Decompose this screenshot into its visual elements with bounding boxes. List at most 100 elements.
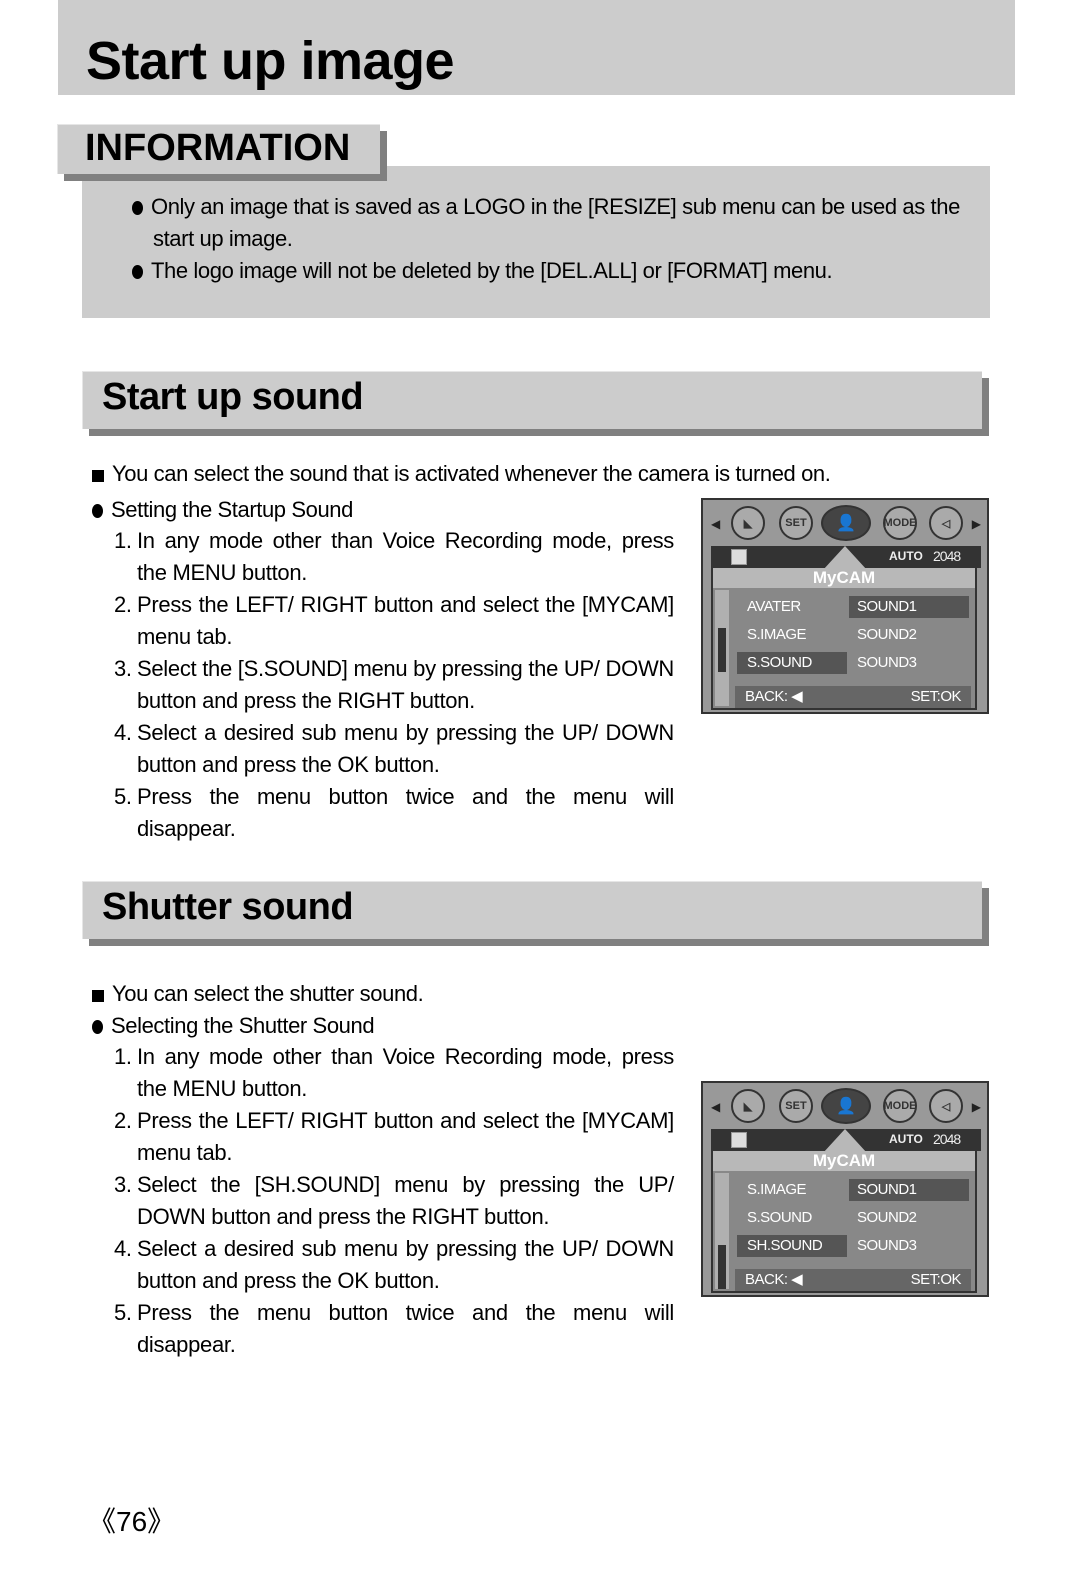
menu-panel: MyCAM AVATER SOUND1 S.IMAGE SOUND2 S.SOUND SOU… <box>711 568 977 710</box>
intro-text: You can select the shutter sound. <box>92 981 424 1007</box>
step-text: Press the menu button twice and the menu… <box>137 784 674 841</box>
menu-footer: BACK: ◀ SET:OK <box>735 1269 971 1291</box>
page-number: 《76》 <box>88 1506 176 1537</box>
mode-tab-icon[interactable]: MODE <box>883 506 917 540</box>
step-item: 2. Press the LEFT/ RIGHT button and selec… <box>114 589 674 653</box>
right-arrow-icon: ▶ <box>971 1100 981 1114</box>
subheading: Selecting the Shutter Sound <box>92 1013 375 1039</box>
menu-title: MyCAM <box>713 1151 975 1171</box>
set-tab-icon[interactable]: SET <box>779 506 813 540</box>
camera-lcd-shutter-sound: ◀ ▶ ◣ SET 👤 MODE ◁ AUTO 2048 MyCAM S.IMAGE SOUND1 S.… <box>701 1081 989 1297</box>
intro-text: You can select the sound that is activat… <box>92 461 831 487</box>
sound-tab-icon[interactable]: ◁ <box>929 506 963 540</box>
section-title: Shutter sound <box>102 886 354 928</box>
size-tab-icon[interactable]: ◣ <box>731 506 765 540</box>
step-item: 5. Press the menu button twice and the me… <box>114 781 674 845</box>
bullet-dot-icon <box>132 265 143 279</box>
step-number: 4. <box>114 720 132 745</box>
step-number: 4. <box>114 1236 132 1261</box>
resolution-indicator: 2048 <box>933 1131 961 1147</box>
step-item: 4. Select a desired sub menu by pressing … <box>114 1233 674 1297</box>
step-text: Select the [S.SOUND] menu by pressing th… <box>137 656 674 713</box>
quality-icon <box>731 1132 747 1148</box>
step-item: 2. Press the LEFT/ RIGHT button and selec… <box>114 1105 674 1169</box>
mycam-tab-icon[interactable]: 👤 <box>821 505 871 541</box>
section-title: Start up sound <box>102 376 364 418</box>
left-arrow-icon: ◀ <box>711 517 721 531</box>
set-hint: SET:OK <box>910 688 962 705</box>
information-box: Only an image that is saved as a LOGO in… <box>82 166 990 318</box>
step-item: 3. Select the [S.SOUND] menu by pressing … <box>114 653 674 717</box>
menu-item[interactable]: SH.SOUND <box>737 1235 847 1257</box>
submenu-option[interactable]: SOUND1 <box>849 1179 969 1201</box>
mode-tab-icon[interactable]: MODE <box>883 1089 917 1123</box>
mode-indicator: AUTO <box>889 549 923 563</box>
size-tab-icon[interactable]: ◣ <box>731 1089 765 1123</box>
information-tab: INFORMATION <box>57 124 380 174</box>
menu-footer: BACK: ◀ SET:OK <box>735 686 971 708</box>
step-number: 2. <box>114 1108 132 1133</box>
back-hint: BACK: ◀ <box>745 1271 803 1288</box>
submenu-option[interactable]: SOUND1 <box>849 596 969 618</box>
info-bullet-cont: start up image. <box>153 226 293 251</box>
right-arrow-icon: ▶ <box>971 517 981 531</box>
step-text: In any mode other than Voice Recording m… <box>137 528 674 585</box>
bullet-dot-icon <box>92 1020 103 1034</box>
step-number: 3. <box>114 656 132 681</box>
step-text: In any mode other than Voice Recording m… <box>137 1044 674 1101</box>
mycam-tab-icon[interactable]: 👤 <box>821 1088 871 1124</box>
step-number: 5. <box>114 784 132 809</box>
menu-tab-bar: ◀ ▶ ◣ SET 👤 MODE ◁ <box>703 500 987 544</box>
camera-lcd-startup-sound: ◀ ▶ ◣ SET 👤 MODE ◁ AUTO 2048 MyCAM AVATER SOUND1 S.I… <box>701 498 989 714</box>
bullet-square-icon <box>92 470 104 482</box>
tab-pointer-icon <box>823 1129 867 1153</box>
step-number: 1. <box>114 528 132 553</box>
step-text: Select a desired sub menu by pressing th… <box>137 1236 674 1293</box>
menu-tab-bar: ◀ ▶ ◣ SET 👤 MODE ◁ <box>703 1083 987 1127</box>
menu-item[interactable]: S.IMAGE <box>737 624 847 646</box>
menu-item[interactable]: S.IMAGE <box>737 1179 847 1201</box>
step-item: 3. Select the [SH.SOUND] menu by pressing… <box>114 1169 674 1233</box>
step-text: Press the LEFT/ RIGHT button and select … <box>137 1108 674 1165</box>
submenu-option[interactable]: SOUND2 <box>849 624 969 646</box>
page-title: Start up image <box>86 31 455 91</box>
resolution-indicator: 2048 <box>933 548 961 564</box>
page-title-bar: Start up image <box>58 0 1015 95</box>
menu-item[interactable]: S.SOUND <box>737 652 847 674</box>
menu-item[interactable]: AVATER <box>737 596 847 618</box>
mode-indicator: AUTO <box>889 1132 923 1146</box>
step-item: 5. Press the menu button twice and the me… <box>114 1297 674 1361</box>
scrollbar[interactable] <box>715 1173 729 1289</box>
step-text: Select the [SH.SOUND] menu by pressing t… <box>137 1172 674 1229</box>
info-bullet: Only an image that is saved as a LOGO in… <box>132 194 960 220</box>
bullet-dot-icon <box>92 504 103 518</box>
menu-title: MyCAM <box>713 568 975 588</box>
quality-icon <box>731 549 747 565</box>
info-bullet: The logo image will not be deleted by th… <box>132 258 833 284</box>
menu-item[interactable]: S.SOUND <box>737 1207 847 1229</box>
step-item: 1. In any mode other than Voice Recording… <box>114 525 674 589</box>
step-item: 1. In any mode other than Voice Recording… <box>114 1041 674 1105</box>
subheading: Setting the Startup Sound <box>92 497 353 523</box>
submenu-option[interactable]: SOUND3 <box>849 652 969 674</box>
submenu-option[interactable]: SOUND3 <box>849 1235 969 1257</box>
set-tab-icon[interactable]: SET <box>779 1089 813 1123</box>
back-hint: BACK: ◀ <box>745 688 803 705</box>
step-number: 1. <box>114 1044 132 1069</box>
scrollbar[interactable] <box>715 590 729 706</box>
section-header-shutter-sound: Shutter sound <box>82 881 982 939</box>
sound-tab-icon[interactable]: ◁ <box>929 1089 963 1123</box>
left-arrow-icon: ◀ <box>711 1100 721 1114</box>
scrollbar-thumb[interactable] <box>718 628 726 672</box>
information-label: INFORMATION <box>85 127 351 169</box>
scrollbar-thumb[interactable] <box>718 1245 726 1289</box>
step-number: 5. <box>114 1300 132 1325</box>
submenu-option[interactable]: SOUND2 <box>849 1207 969 1229</box>
step-text: Press the LEFT/ RIGHT button and select … <box>137 592 674 649</box>
step-number: 3. <box>114 1172 132 1197</box>
step-item: 4. Select a desired sub menu by pressing … <box>114 717 674 781</box>
set-hint: SET:OK <box>910 1271 962 1288</box>
bullet-square-icon <box>92 990 104 1002</box>
tab-pointer-icon <box>823 546 867 570</box>
step-text: Select a desired sub menu by pressing th… <box>137 720 674 777</box>
